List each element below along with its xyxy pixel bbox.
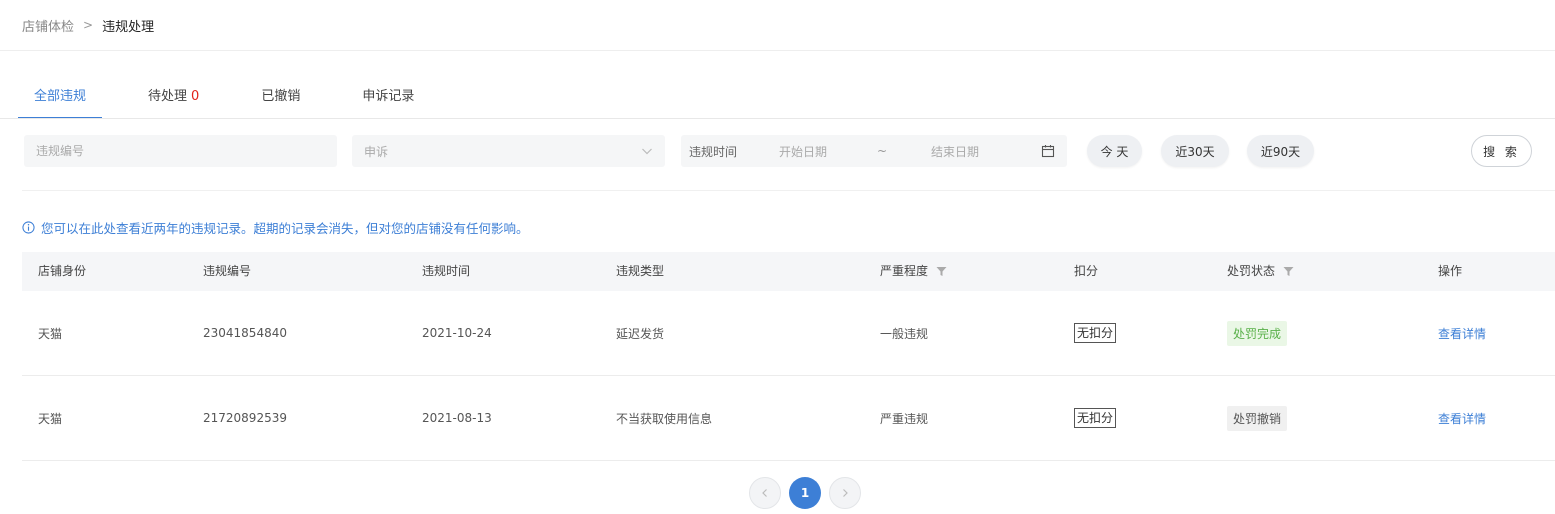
- appeal-select-value: 申诉: [364, 144, 389, 159]
- column-header-violation-date: 违规时间: [422, 252, 470, 291]
- quick-range-today-button[interactable]: 今 天: [1087, 135, 1142, 167]
- view-details-link[interactable]: 查看详情: [1438, 410, 1486, 427]
- tab-label: 申诉记录: [362, 89, 415, 104]
- search-button[interactable]: 搜 索: [1471, 135, 1532, 167]
- cell-violation-no: 23041854840: [203, 326, 287, 340]
- info-icon: [22, 220, 35, 234]
- breadcrumb-separator: >: [83, 18, 94, 32]
- tab-appeal-records[interactable]: 申诉记录: [346, 80, 430, 119]
- breadcrumb: 店铺体检 > 违规处理: [22, 16, 155, 35]
- date-range-separator: ~: [877, 144, 888, 158]
- cell-violation-type: 不当获取使用信息: [616, 411, 713, 426]
- violation-date-range[interactable]: 违规时间 开始日期 ~ 结束日期: [681, 135, 1067, 167]
- status-badge: 处罚完成: [1227, 320, 1288, 346]
- status-badge: 处罚撤销: [1227, 405, 1288, 431]
- table-header: 店铺身份 违规编号 违规时间 违规类型 严重程度 扣分 处罚状态 操作: [22, 252, 1555, 291]
- filter-icon[interactable]: [936, 266, 947, 277]
- chevron-right-icon: [843, 489, 848, 497]
- column-header-deduct: 扣分: [1074, 252, 1098, 291]
- cell-severity: 严重违规: [880, 411, 929, 426]
- cell-action: 查看详情: [1438, 291, 1486, 375]
- view-details-link[interactable]: 查看详情: [1438, 325, 1486, 342]
- filter-divider: [22, 190, 1555, 191]
- cell-deduct: 无扣分: [1074, 291, 1117, 375]
- column-header-label: 违规编号: [203, 264, 252, 278]
- violation-no-input[interactable]: [24, 135, 337, 167]
- tab-bar: 全部违规 待处理 0 已撤销 申诉记录: [18, 80, 460, 119]
- appeal-select[interactable]: 申诉: [352, 135, 665, 167]
- chevron-down-icon: [642, 148, 652, 155]
- calendar-icon[interactable]: [1041, 144, 1055, 158]
- column-header-label: 违规类型: [616, 264, 665, 278]
- column-header-violation-no: 违规编号: [203, 252, 251, 291]
- end-date-field[interactable]: 结束日期: [931, 143, 1041, 160]
- info-notice: 您可以在此处查看近两年的违规记录。超期的记录会消失，但对您的店铺没有任何影响。: [22, 218, 529, 236]
- cell-violation-type: 延迟发货: [616, 326, 665, 341]
- column-header-label: 扣分: [1074, 264, 1099, 278]
- cell-action: 查看详情: [1438, 376, 1486, 460]
- table-row: 天猫 23041854840 2021-10-24 延迟发货 一般违规 无扣分 …: [22, 291, 1555, 376]
- column-header-action: 操作: [1438, 252, 1462, 291]
- column-header-label: 严重程度: [880, 264, 929, 278]
- tabs-divider: [0, 118, 1555, 119]
- tab-all-violations[interactable]: 全部违规: [18, 80, 103, 119]
- chevron-left-icon: [762, 489, 767, 497]
- cell-shop: 天猫: [38, 326, 63, 341]
- cell-violation-date: 2021-08-13: [422, 411, 492, 425]
- column-header-violation-type: 违规类型: [616, 252, 664, 291]
- date-range-label: 违规时间: [689, 144, 738, 159]
- column-header-label: 操作: [1438, 264, 1463, 278]
- quick-range-30-days-button[interactable]: 近30天: [1161, 135, 1229, 167]
- tab-label: 已撤销: [261, 89, 301, 104]
- deduct-tag: 无扣分: [1074, 323, 1117, 343]
- pending-count-badge: 0: [191, 89, 200, 104]
- column-header-label: 店铺身份: [38, 264, 87, 278]
- tab-label: 全部违规: [34, 89, 87, 104]
- cell-violation-no: 21720892539: [203, 411, 287, 425]
- next-page-button[interactable]: [829, 477, 861, 509]
- cell-shop: 天猫: [38, 411, 63, 426]
- start-date-field[interactable]: 开始日期: [779, 143, 877, 160]
- header-divider: [0, 50, 1555, 51]
- breadcrumb-parent[interactable]: 店铺体检: [22, 16, 74, 35]
- filter-icon[interactable]: [1283, 266, 1294, 277]
- quick-range-90-days-button[interactable]: 近90天: [1247, 135, 1314, 167]
- tab-pending[interactable]: 待处理 0: [132, 80, 215, 119]
- tab-label: 待处理: [148, 89, 188, 104]
- prev-page-button[interactable]: [749, 477, 781, 509]
- cell-penalty-status: 处罚完成: [1227, 291, 1288, 375]
- tab-revoked[interactable]: 已撤销: [245, 80, 316, 119]
- notice-text: 您可以在此处查看近两年的违规记录。超期的记录会消失，但对您的店铺没有任何影响。: [41, 220, 529, 236]
- cell-severity: 一般违规: [880, 326, 929, 341]
- page-number-button[interactable]: 1: [789, 477, 821, 509]
- column-header-severity: 严重程度: [880, 252, 947, 291]
- pagination: 1: [0, 477, 1555, 509]
- breadcrumb-current: 违规处理: [102, 19, 155, 35]
- column-header-penalty-status: 处罚状态: [1227, 252, 1294, 291]
- column-header-label: 处罚状态: [1227, 264, 1276, 278]
- deduct-tag: 无扣分: [1074, 408, 1117, 428]
- cell-violation-date: 2021-10-24: [422, 326, 492, 340]
- table-row: 天猫 21720892539 2021-08-13 不当获取使用信息 严重违规 …: [22, 376, 1555, 461]
- cell-deduct: 无扣分: [1074, 376, 1117, 460]
- cell-penalty-status: 处罚撤销: [1227, 376, 1288, 460]
- column-header-label: 违规时间: [422, 264, 471, 278]
- column-header-shop: 店铺身份: [38, 252, 86, 291]
